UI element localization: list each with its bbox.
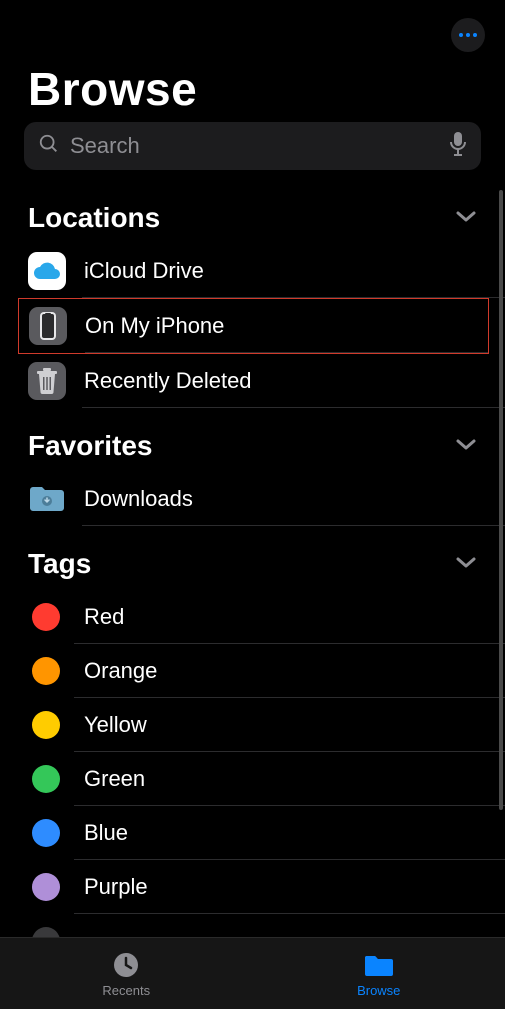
- section-header-locations[interactable]: Locations: [0, 190, 505, 244]
- list-item-label: Purple: [84, 874, 489, 901]
- list-item-label: Red: [84, 604, 489, 631]
- tag-blue[interactable]: Blue: [0, 806, 505, 860]
- list-item-label: Recently Deleted: [84, 368, 489, 395]
- list-item-label: iCloud Drive: [84, 258, 489, 285]
- list-item-label: Green: [84, 766, 489, 793]
- page-title: Browse: [28, 62, 197, 116]
- favorite-downloads[interactable]: Downloads: [0, 472, 505, 526]
- content-scroll[interactable]: Locations iCloud Drive On My iPhone Rece…: [0, 190, 505, 937]
- section-title: Tags: [28, 548, 91, 580]
- tag-green[interactable]: Green: [0, 752, 505, 806]
- tag-color-dot: [32, 873, 60, 901]
- tab-browse[interactable]: Browse: [253, 938, 505, 1009]
- scroll-indicator: [499, 190, 503, 810]
- ellipsis-icon: [459, 33, 463, 37]
- tab-label: Browse: [357, 983, 400, 998]
- tab-label: Recents: [102, 983, 150, 998]
- chevron-down-icon: [455, 555, 477, 574]
- search-input[interactable]: Search: [24, 122, 481, 170]
- folder-icon: [362, 950, 396, 980]
- tag-more[interactable]: [0, 914, 505, 937]
- iphone-icon: [29, 307, 67, 345]
- section-title: Favorites: [28, 430, 153, 462]
- microphone-icon[interactable]: [449, 131, 467, 162]
- icloud-icon: [28, 252, 66, 290]
- list-item-label: Blue: [84, 820, 489, 847]
- list-item-label: On My iPhone: [85, 313, 488, 340]
- tag-color-dot: [32, 819, 60, 847]
- chevron-down-icon: [455, 437, 477, 456]
- location-recently-deleted[interactable]: Recently Deleted: [0, 354, 505, 408]
- tag-color-dot: [32, 603, 60, 631]
- tag-color-dot: [32, 927, 60, 937]
- tag-yellow[interactable]: Yellow: [0, 698, 505, 752]
- tag-color-dot: [32, 657, 60, 685]
- tab-recents[interactable]: Recents: [0, 938, 253, 1009]
- section-title: Locations: [28, 202, 160, 234]
- tab-bar: Recents Browse: [0, 937, 505, 1009]
- chevron-down-icon: [455, 209, 477, 228]
- search-icon: [38, 133, 60, 160]
- section-header-favorites[interactable]: Favorites: [0, 408, 505, 472]
- more-options-button[interactable]: [451, 18, 485, 52]
- tag-color-dot: [32, 711, 60, 739]
- search-placeholder: Search: [70, 133, 439, 159]
- tag-purple[interactable]: Purple: [0, 860, 505, 914]
- folder-downloads-icon: [28, 480, 66, 518]
- tag-orange[interactable]: Orange: [0, 644, 505, 698]
- trash-icon: [28, 362, 66, 400]
- list-item-label: Yellow: [84, 712, 489, 739]
- clock-icon: [109, 950, 143, 980]
- location-on-my-iphone[interactable]: On My iPhone: [18, 298, 489, 354]
- tag-color-dot: [32, 765, 60, 793]
- list-item-label: Downloads: [84, 486, 489, 513]
- location-icloud-drive[interactable]: iCloud Drive: [0, 244, 505, 298]
- section-header-tags[interactable]: Tags: [0, 526, 505, 590]
- tag-red[interactable]: Red: [0, 590, 505, 644]
- list-item-label: Orange: [84, 658, 489, 685]
